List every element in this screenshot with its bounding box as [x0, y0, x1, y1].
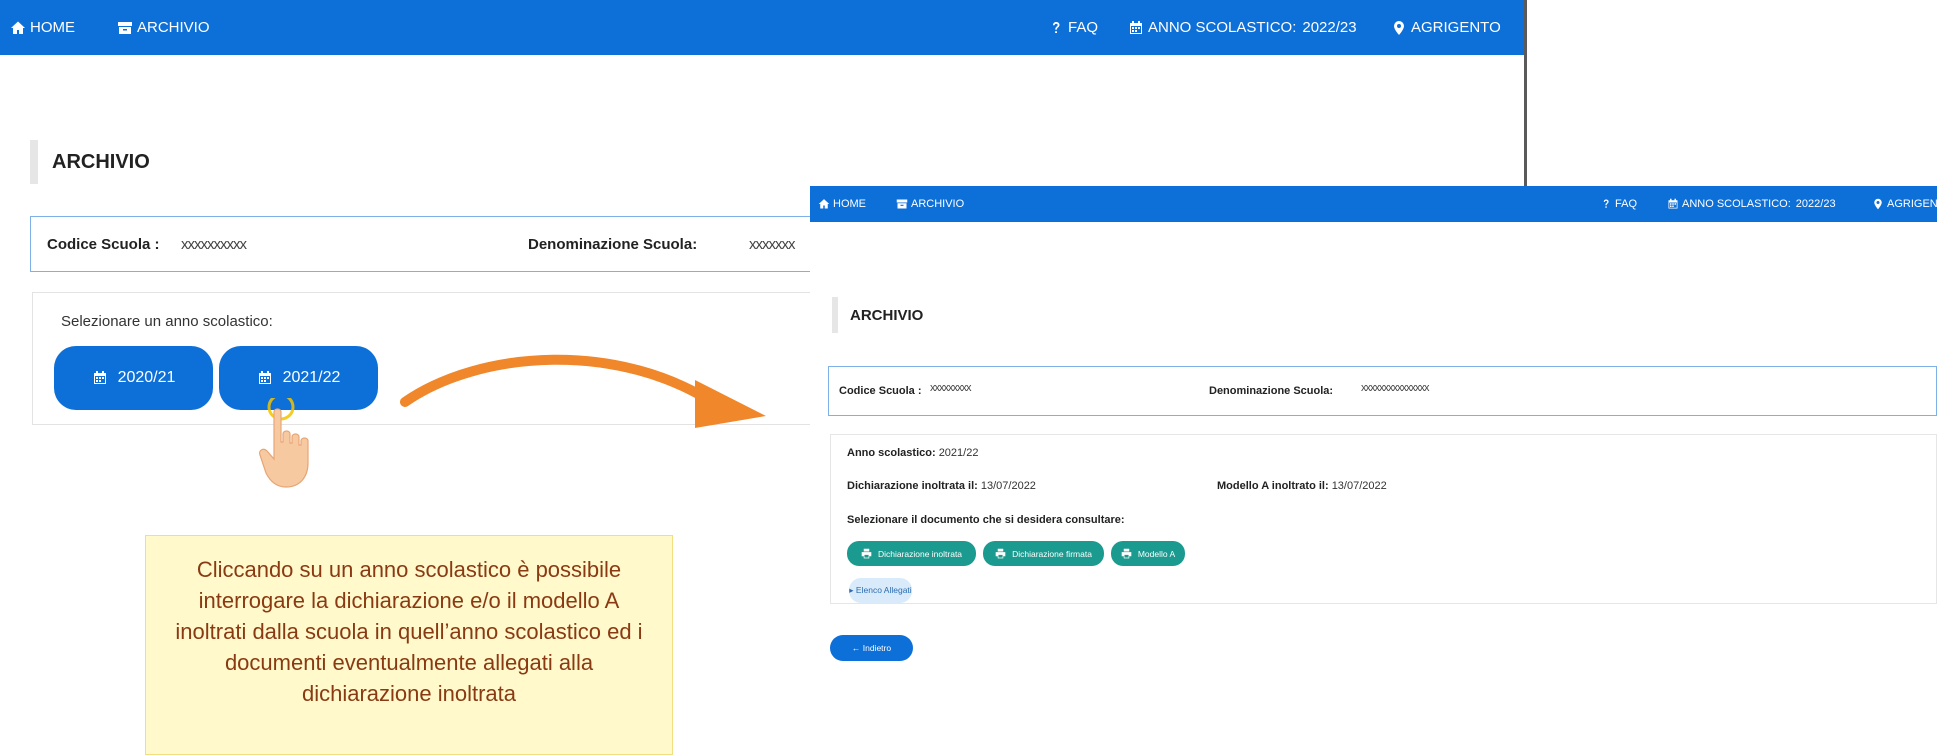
nav-faq[interactable]: FAQ	[1600, 198, 1637, 210]
nav-faq[interactable]: FAQ	[1048, 19, 1098, 36]
archive-icon	[118, 21, 132, 34]
print-icon	[995, 548, 1006, 559]
year-detail-card: Anno scolastico: 2021/22 Dichiarazione i…	[830, 434, 1937, 604]
school-name-value: xxxxxxxxxxxxxxx	[1361, 382, 1429, 394]
dichiarazione-inoltrata-button[interactable]: Dichiarazione inoltrata	[847, 541, 976, 566]
year-select-label: Selezionare un anno scolastico:	[61, 313, 273, 330]
print-icon	[1121, 548, 1132, 559]
question-icon	[1603, 199, 1609, 208]
question-icon	[1053, 21, 1060, 33]
school-code-label: Codice Scuola :	[839, 385, 922, 397]
dichiarazione-firmata-button[interactable]: Dichiarazione firmata	[983, 541, 1104, 566]
school-info-box: Codice Scuola : xxxxxxxxx Denominazione …	[828, 366, 1937, 416]
curved-arrow-icon	[400, 354, 766, 428]
nav-location[interactable]: AGRIGENT	[1872, 198, 1937, 210]
home-icon	[818, 199, 830, 209]
select-document-label: Selezionare il documento che si desidera…	[847, 514, 1125, 526]
nav-location[interactable]: AGRIGENTO	[1391, 19, 1501, 36]
pointer-hand-icon	[258, 398, 309, 488]
nav-home[interactable]: HOME	[10, 19, 75, 36]
modello-a-button[interactable]: Modello A	[1111, 541, 1185, 566]
nav-archivio[interactable]: ARCHIVIO	[896, 198, 964, 210]
school-name-label: Denominazione Scuola:	[528, 235, 698, 253]
archive-screen-year-detail: HOME ARCHIVIO FAQ ANNO SCOLASTICO: 2022/…	[810, 186, 1937, 755]
school-code-value: xxxxxxxxx	[930, 382, 971, 394]
top-navbar: HOME ARCHIVIO FAQ ANNO SCOLASTICO: 2022/…	[0, 0, 1524, 55]
explanation-note: Cliccando su un anno scolastico è possib…	[145, 535, 673, 755]
year-button-2020-21[interactable]: 2020/21	[54, 346, 213, 410]
modello-date-line: Modello A inoltrato il: 13/07/2022	[1217, 480, 1387, 492]
home-icon	[11, 21, 25, 34]
school-name-value: xxxxxxx	[749, 235, 795, 253]
back-button[interactable]: ← Indietro	[830, 635, 913, 661]
map-pin-icon	[1874, 198, 1882, 210]
nav-archivio[interactable]: ARCHIVIO	[117, 19, 210, 36]
nav-school-year[interactable]: ANNO SCOLASTICO: 2022/23	[1128, 19, 1357, 36]
nav-school-year[interactable]: ANNO SCOLASTICO: 2022/23	[1667, 198, 1836, 210]
school-info-box: Codice Scuola : xxxxxxxxxx Denominazione…	[30, 216, 840, 272]
page-title: ARCHIVIO	[30, 140, 150, 184]
school-code-value: xxxxxxxxxx	[181, 235, 247, 253]
dichiarazione-date-line: Dichiarazione inoltrata il: 13/07/2022	[847, 480, 1036, 492]
map-pin-icon	[1394, 20, 1404, 35]
elenco-allegati-toggle[interactable]: ▸ Elenco Allegati	[849, 578, 912, 603]
archive-icon	[896, 199, 908, 209]
school-name-label: Denominazione Scuola:	[1209, 385, 1334, 397]
calendar-icon	[1668, 198, 1678, 209]
top-navbar: HOME ARCHIVIO FAQ ANNO SCOLASTICO: 2022/…	[810, 186, 1937, 222]
calendar-icon	[1130, 20, 1142, 34]
calendar-icon	[258, 371, 271, 384]
calendar-icon	[93, 371, 106, 384]
school-year-line: Anno scolastico: 2021/22	[847, 447, 979, 459]
page-title: ARCHIVIO	[832, 297, 923, 333]
nav-home[interactable]: HOME	[818, 198, 866, 210]
print-icon	[861, 548, 872, 559]
school-code-label: Codice Scuola :	[47, 235, 160, 253]
